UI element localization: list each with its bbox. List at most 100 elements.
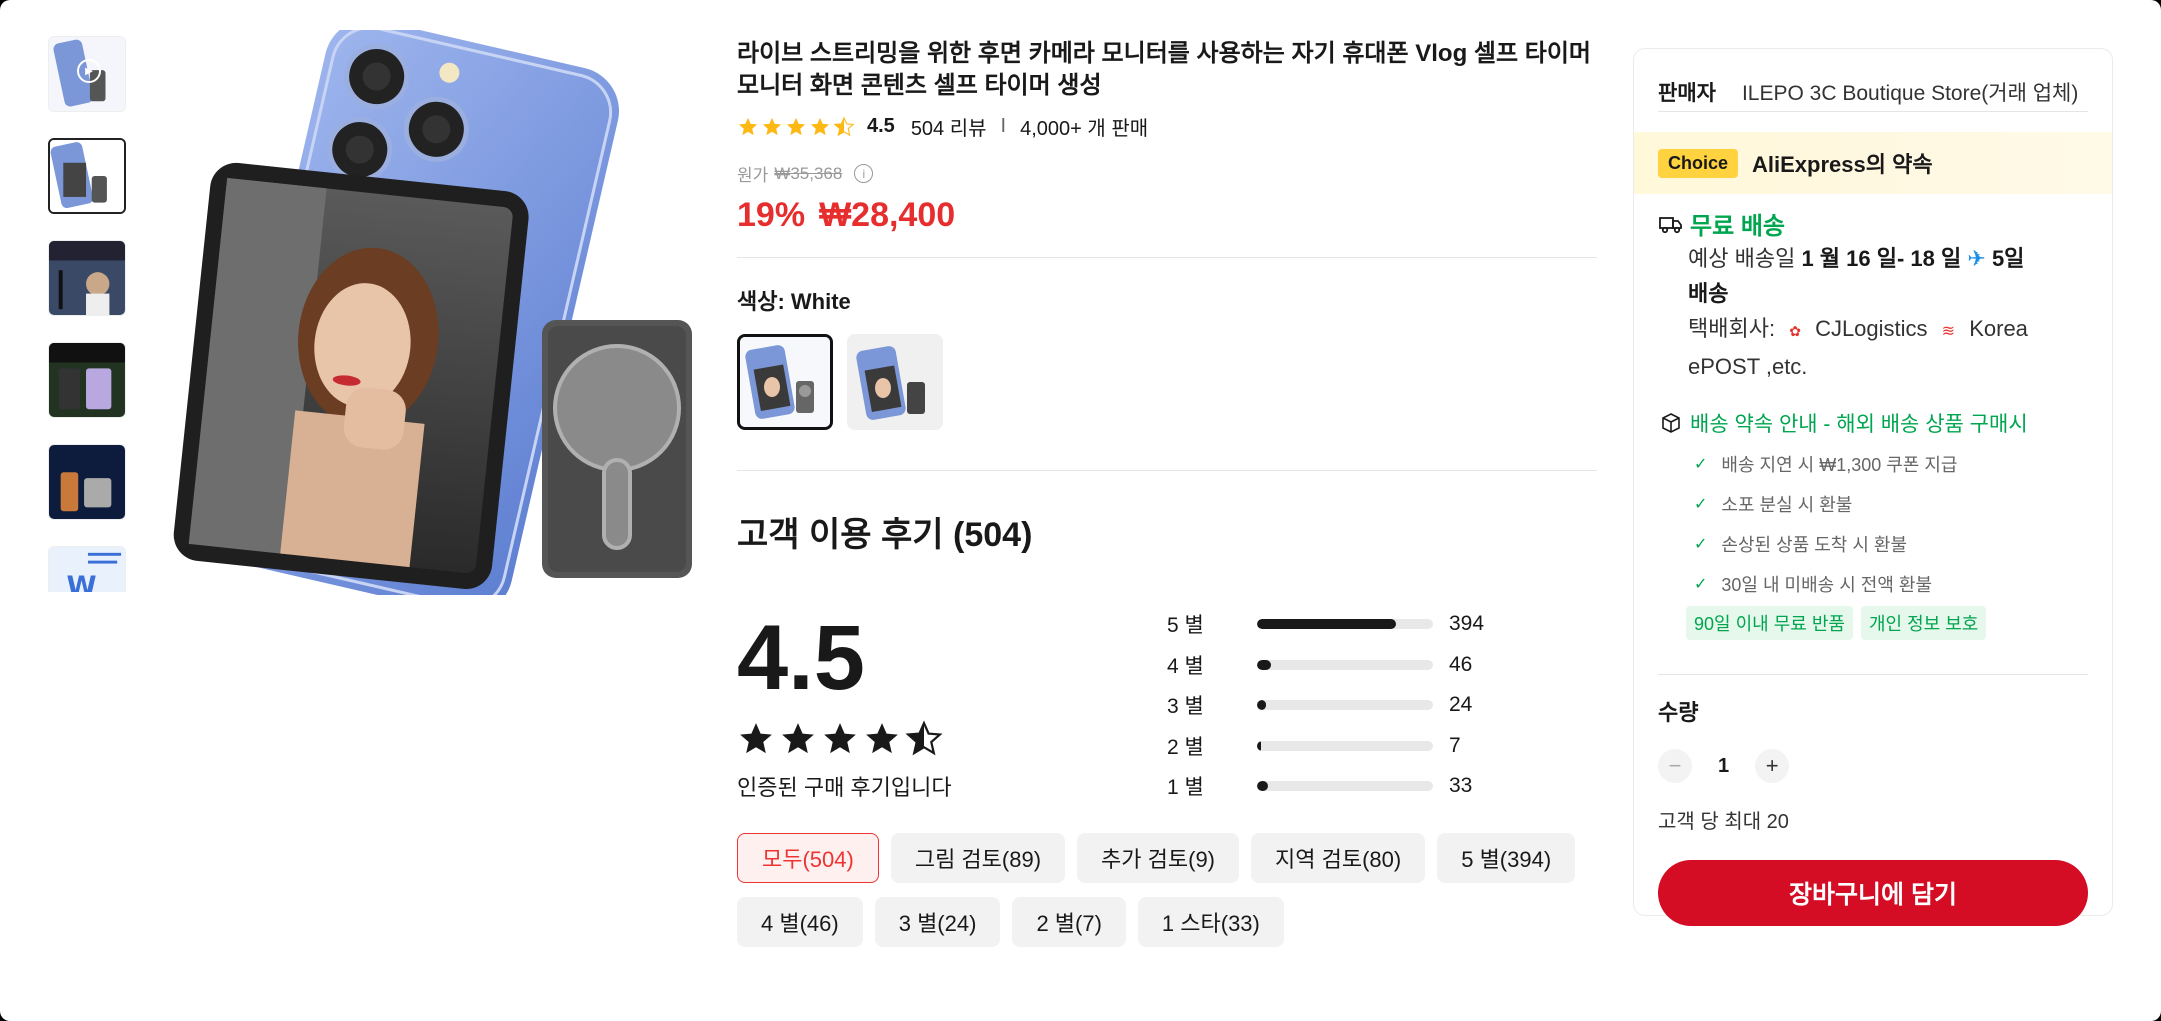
add-to-cart-button[interactable]: 장바구니에 담기 — [1658, 860, 2088, 926]
carriers: 택배회사: ✿ CJLogistics ≋ Korea ePOST ,etc. — [1658, 311, 2088, 384]
rating-bar-count: 394 — [1449, 612, 1485, 636]
thumbnail-list[interactable]: ▶ W — [48, 36, 128, 592]
delivery-promise-link[interactable]: 배송 약속 안내 - 해외 배송 상품 구매시 — [1658, 408, 2088, 438]
rating-bar-label: 3 별 — [1167, 695, 1204, 719]
rating-bar-count: 7 — [1449, 733, 1461, 757]
quantity-minus-button[interactable]: − — [1658, 749, 1692, 783]
thumbnail-5[interactable] — [48, 444, 126, 520]
policy-item: ✓ 소포 분실 시 환불 — [1694, 484, 2088, 524]
shipping-info: 무료 배송 예상 배송일 1 월 16 일- 18 일 ✈ 5일 배송 택배회사… — [1634, 206, 2112, 640]
rating-stars-large — [737, 720, 1167, 758]
review-filter-chip[interactable]: 추가 검토(9) — [1077, 832, 1240, 883]
carrier-cj: CJLogistics — [1815, 316, 1928, 341]
thumbnail-3[interactable] — [48, 240, 126, 316]
product-info: 라이브 스트리밍을 위한 후면 카메라 모니터를 사용하는 자기 휴대폰 Vlo… — [737, 38, 1597, 947]
thumbnail-video[interactable]: ▶ — [48, 36, 126, 112]
promise-title: AliExpress의 약속 — [1752, 152, 1933, 177]
rating-bar-label: 1 별 — [1167, 776, 1204, 800]
rating-bar-fill — [1257, 619, 1397, 630]
rating-summary[interactable]: 4.5 504 리뷰 I 4,000+ 개 판매 — [737, 112, 1597, 141]
info-icon[interactable]: i — [854, 164, 874, 183]
policy-item: ✓ 30일 내 미배송 시 전액 환불 — [1694, 564, 2088, 604]
carrier-korea: Korea — [1969, 316, 2028, 341]
policy-list: ✓ 배송 지연 시 ₩1,300 쿠폰 지급 ✓ 소포 분실 시 환불 ✓ 손상된 상품 … — [1658, 444, 2088, 604]
review-filter-chip[interactable]: 그림 검토(89) — [890, 832, 1066, 883]
rating-bar-row: 1 별 33 — [1167, 766, 1484, 807]
review-filters: 모두(504) 그림 검토(89) 추가 검토(9) 지역 검토(80) 5 별(394… — [737, 832, 1597, 947]
review-filter-chip[interactable]: 2 별(7) — [1012, 896, 1126, 947]
rating-value: 4.5 — [867, 115, 895, 137]
reviews-title: 고객 이용 후기 (504) — [737, 516, 1033, 554]
quantity-max: 고객 당 최대 20 — [1658, 811, 1789, 833]
thumbnail-4[interactable] — [48, 342, 126, 418]
rating-bar-row: 2 별 7 — [1167, 726, 1484, 767]
review-filter-chip[interactable]: 4 별(46) — [737, 896, 863, 947]
choice-badge: Choice — [1658, 148, 1739, 178]
rating-bar-track — [1257, 619, 1433, 630]
seller-name[interactable]: ILEPO 3C Boutique Store(거래 업체) — [1742, 77, 2078, 139]
choice-promise[interactable]: Choice AliExpress의 약속 — [1634, 132, 2112, 194]
swatch-black[interactable] — [847, 334, 943, 430]
review-filter-chip[interactable]: 지역 검토(80) — [1251, 832, 1426, 883]
quantity-label: 수량 — [1658, 700, 1699, 725]
rating-bar-track — [1257, 740, 1433, 751]
svg-text:W: W — [67, 572, 97, 592]
truck-icon — [1658, 211, 1684, 237]
star-icon — [824, 723, 856, 754]
rating-breakdown: 5 별 394 4 별 46 3 별 24 2 별 7 1 별 33 — [1167, 604, 1484, 807]
quantity-stepper: − 1 + — [1634, 727, 2112, 783]
rating-bar-fill — [1257, 659, 1272, 670]
price-row: 19% ₩28,400 — [737, 196, 1597, 235]
review-filter-chip[interactable]: 3 별(24) — [874, 896, 1001, 947]
thumbnail-6[interactable]: W — [48, 546, 126, 592]
star-icon — [786, 117, 806, 135]
review-count[interactable]: 504 리뷰 — [911, 112, 987, 141]
separator: I — [1000, 115, 1007, 137]
carrier-label: 택배회사: — [1688, 316, 1776, 341]
plane-icon: ✈ — [1967, 246, 1986, 271]
star-icon — [738, 117, 758, 135]
rating-bar-row: 4 별 46 — [1167, 645, 1484, 686]
original-price: 원가 ₩35,368 i — [737, 161, 1597, 186]
rating-bar-label: 5 별 — [1167, 614, 1204, 638]
est-dates: 1 월 16 일- 18 일 — [1801, 246, 1962, 271]
estimated-delivery: 예상 배송일 1 월 16 일- 18 일 ✈ 5일 배송 — [1658, 241, 2088, 311]
sold-count: 4,000+ 개 판매 — [1020, 118, 1149, 140]
review-filter-chip[interactable]: 1 스타(33) — [1137, 896, 1284, 947]
policy-tag[interactable]: 90일 이내 무료 반품 — [1686, 606, 1853, 640]
seller-label: 판매자 — [1658, 82, 1716, 105]
purchase-panel: 판매자 ILEPO 3C Boutique Store(거래 업체) Choic… — [1633, 48, 2113, 926]
main-product-image[interactable] — [150, 19, 700, 615]
original-price-label: 원가 — [737, 166, 769, 185]
divider — [737, 257, 1597, 258]
sale-price: ₩28,400 — [819, 196, 956, 234]
rating-bar-count: 33 — [1449, 774, 1473, 798]
product-title: 라이브 스트리밍을 위한 후면 카메라 모니터를 사용하는 자기 휴대폰 Vlo… — [737, 40, 1591, 99]
original-price-value: ₩35,368 — [774, 163, 843, 183]
swatch-white[interactable] — [737, 334, 833, 430]
half-star-icon — [905, 720, 943, 756]
discount-percent: 19% — [737, 196, 806, 234]
star-icon — [866, 723, 898, 754]
policy-item-text: 배송 지연 시 ₩1,300 쿠폰 지급 — [1721, 455, 1958, 475]
verified-text: 인증된 구매 후기입니다 — [737, 775, 952, 800]
policy-item-text: 손상된 상품 도착 시 환불 — [1721, 535, 1908, 555]
policy-tag[interactable]: 개인 정보 보호 — [1860, 606, 1987, 640]
half-star-icon — [833, 115, 855, 136]
carrier-epost: ePOST ,etc. — [1688, 354, 1808, 379]
box-icon — [1658, 410, 1684, 436]
average-rating: 4.5 — [737, 607, 865, 709]
thumbnail-selected[interactable] — [48, 138, 126, 214]
review-filter-chip[interactable]: 모두(504) — [737, 832, 879, 883]
policy-tags: 90일 이내 무료 반품 개인 정보 보호 — [1658, 606, 2088, 640]
star-icon — [762, 117, 782, 135]
policy-item: ✓ 배송 지연 시 ₩1,300 쿠폰 지급 — [1694, 444, 2088, 484]
quantity-value[interactable]: 1 — [1718, 755, 1729, 778]
rating-bar-track — [1257, 659, 1433, 670]
review-filter-chip[interactable]: 5 별(394) — [1437, 832, 1576, 883]
seller-info: 판매자 ILEPO 3C Boutique Store(거래 업체) — [1634, 49, 2112, 139]
quantity-plus-button[interactable]: + — [1755, 749, 1790, 783]
rating-bar-count: 24 — [1449, 693, 1473, 717]
rating-bar-label: 4 별 — [1167, 654, 1204, 678]
star-icon — [810, 117, 830, 135]
